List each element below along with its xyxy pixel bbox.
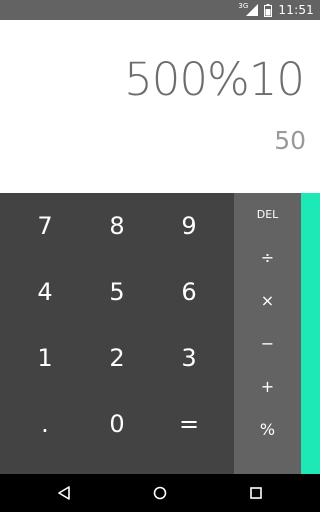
calculator-display: 500%10 50 <box>0 20 320 193</box>
advanced-panel-handle[interactable] <box>301 193 320 474</box>
signal-indicator: 3G <box>238 2 259 16</box>
digit-2-button[interactable]: 2 <box>81 325 153 391</box>
back-icon <box>58 486 70 500</box>
battery-icon <box>264 3 273 17</box>
percent-button[interactable]: % <box>234 408 301 451</box>
digit-7-button[interactable]: 7 <box>9 193 81 259</box>
minus-button[interactable]: − <box>234 322 301 365</box>
number-pad: 7 8 9 4 5 6 1 2 3 . 0 = <box>0 193 234 474</box>
home-icon <box>153 486 167 500</box>
multiply-button[interactable]: × <box>234 279 301 322</box>
result-text: 50 <box>274 126 306 155</box>
digit-8-button[interactable]: 8 <box>81 193 153 259</box>
operator-pad: DEL ÷ × − + % <box>234 193 301 474</box>
recents-button[interactable] <box>246 483 266 503</box>
recents-icon <box>250 487 262 499</box>
digit-5-button[interactable]: 5 <box>81 259 153 325</box>
divide-button[interactable]: ÷ <box>234 236 301 279</box>
formula-text[interactable]: 500%10 <box>124 53 305 106</box>
network-type-label: 3G <box>238 2 249 10</box>
status-bar: 3G 11:51 <box>0 0 320 20</box>
digit-0-button[interactable]: 0 <box>81 391 153 457</box>
digit-3-button[interactable]: 3 <box>153 325 225 391</box>
digit-6-button[interactable]: 6 <box>153 259 225 325</box>
equals-button[interactable]: = <box>153 391 225 457</box>
back-button[interactable] <box>54 483 74 503</box>
navigation-bar <box>0 474 320 512</box>
digit-4-button[interactable]: 4 <box>9 259 81 325</box>
plus-button[interactable]: + <box>234 365 301 408</box>
digit-1-button[interactable]: 1 <box>9 325 81 391</box>
delete-button[interactable]: DEL <box>234 193 301 236</box>
clock: 11:51 <box>278 3 314 17</box>
home-button[interactable] <box>150 483 170 503</box>
digit-9-button[interactable]: 9 <box>153 193 225 259</box>
decimal-point-button[interactable]: . <box>9 391 81 457</box>
